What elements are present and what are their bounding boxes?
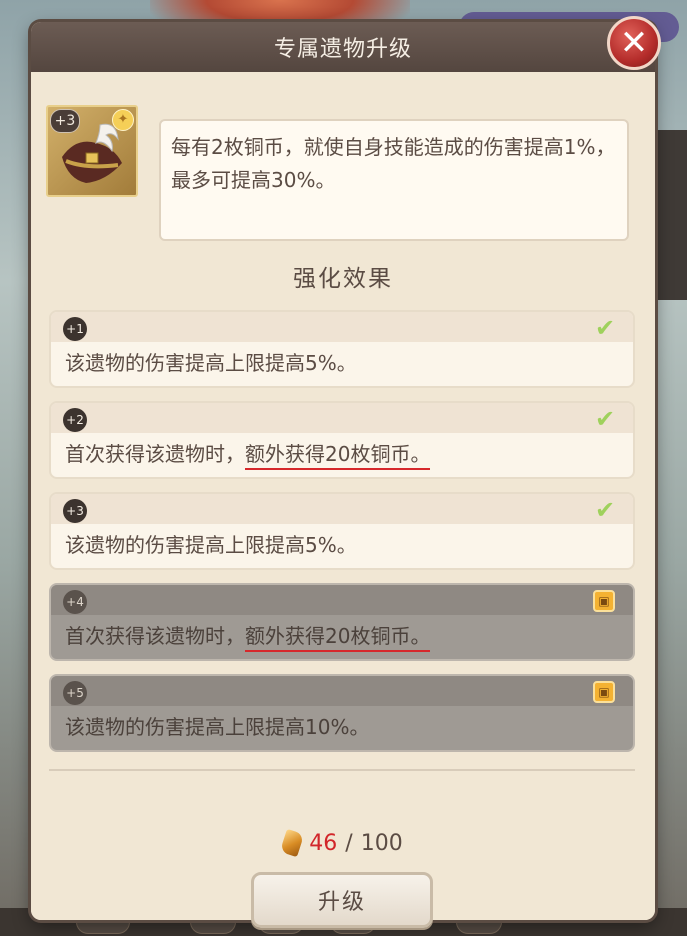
effect-level-badge: +4 [63,590,87,614]
relic-level-badge: +3 [50,109,80,133]
effect-level-badge: +2 [63,408,87,432]
effect-text-main: 该遗物的伤害提高上限提高5%。 [65,351,357,375]
lock-icon: ▣ [593,590,615,612]
effect-row-header [51,585,633,615]
effect-text-main: 首次获得该遗物时， [65,442,245,466]
relic-star-icon: ✦ [112,109,134,131]
effect-text: 该遗物的伤害提高上限提高5%。 [65,529,357,558]
dialog-body: +3 ✦ 每有2枚铜币，就使自身技能造成的伤害提高1%，最多可提高30%。 强化… [31,72,655,928]
cost-required: 100 [360,830,403,856]
check-icon: ✔ [594,405,616,433]
effect-text-highlight: 额外获得20枚铜币。 [245,624,431,652]
effect-text: 首次获得该遗物时，额外获得20枚铜币。 [65,620,431,652]
check-icon: ✔ [594,314,616,342]
effect-level-badge: +3 [63,499,87,523]
effect-row: +4 ▣ 首次获得该遗物时，额外获得20枚铜币。 [49,583,635,661]
effect-text-main: 该遗物的伤害提高上限提高10%。 [65,715,370,739]
upgrade-button[interactable]: 升级 [251,872,433,928]
effect-row-header [51,676,633,706]
cost-owned: 46 [309,830,338,856]
divider [49,769,635,771]
relic-description: 每有2枚铜币，就使自身技能造成的伤害提高1%，最多可提高30%。 [159,119,629,241]
effect-text: 该遗物的伤害提高上限提高5%。 [65,347,357,376]
effect-level-badge: +1 [63,317,87,341]
effect-row: +1 ✔ 该遗物的伤害提高上限提高5%。 [49,310,635,388]
effect-text: 该遗物的伤害提高上限提高10%。 [65,711,369,740]
check-icon: ✔ [594,496,616,524]
close-button[interactable]: ✕ [607,16,661,70]
dialog-title: 专属遗物升级 [273,37,412,62]
effect-row: +5 ▣ 该遗物的伤害提高上限提高10%。 [49,674,635,752]
effects-title: 强化效果 [293,266,393,292]
effect-text-main: 首次获得该遗物时， [65,624,245,648]
effect-text: 首次获得该遗物时，额外获得20枚铜币。 [65,438,431,470]
cost-separator: / [345,830,353,856]
lock-icon: ▣ [593,681,615,703]
cost-row: 46 / 100 [31,828,655,858]
dialog-header: 专属遗物升级 [31,22,655,72]
effect-row-header [51,312,633,342]
effect-text-highlight: 额外获得20枚铜币。 [245,442,431,470]
effect-text-main: 该遗物的伤害提高上限提高5%。 [65,533,357,557]
relic-icon[interactable]: +3 ✦ [46,105,138,197]
close-icon: ✕ [619,23,649,63]
effect-level-badge: +5 [63,681,87,705]
effect-row: +2 ✔ 首次获得该遗物时，额外获得20枚铜币。 [49,401,635,479]
crystal-icon [280,828,305,858]
effect-row-header [51,403,633,433]
effect-row: +3 ✔ 该遗物的伤害提高上限提高5%。 [49,492,635,570]
effect-row-header [51,494,633,524]
relic-upgrade-dialog: 专属遗物升级 ✕ +3 ✦ 每有2枚铜币，就使自身技能造成的伤害提高1%，最多可… [31,16,661,928]
